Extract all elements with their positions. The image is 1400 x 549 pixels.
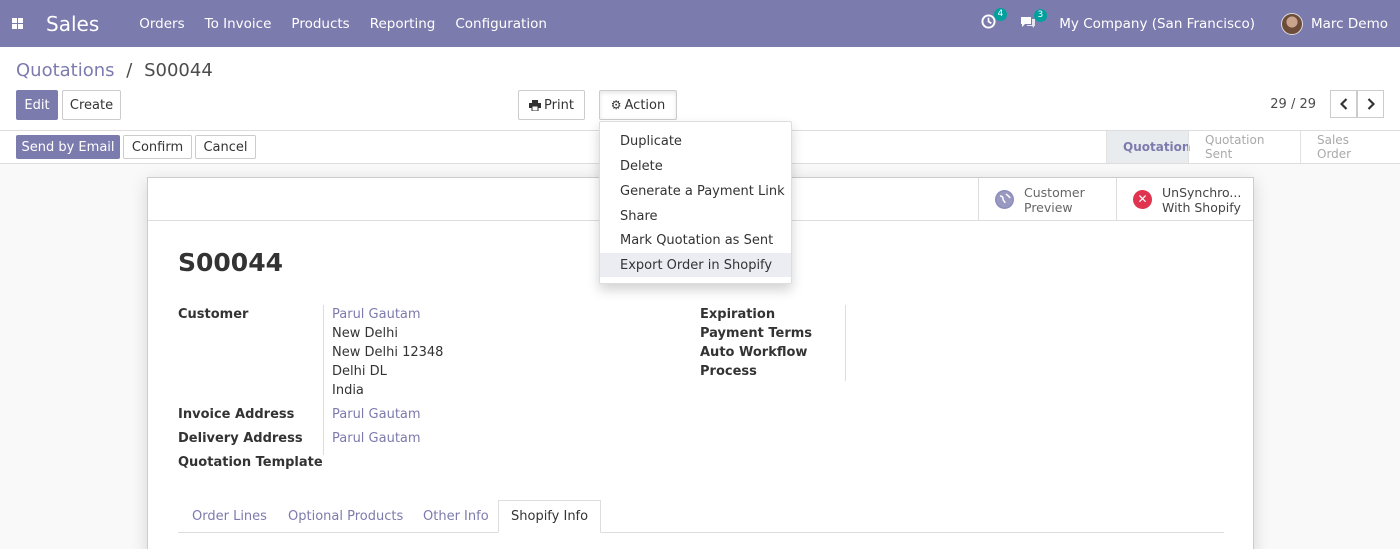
shopify-sync-line1: UnSynchro... (1162, 184, 1242, 200)
tab-shopify-info[interactable]: Shopify Info (498, 500, 602, 533)
activity-count-badge: 4 (993, 8, 1008, 21)
menu-reporting[interactable]: Reporting (370, 16, 436, 32)
quotation-template-label: Quotation Template (178, 455, 323, 470)
messages-icon[interactable]: 3 (1019, 8, 1048, 33)
stage-quotation[interactable]: Quotation (1106, 131, 1190, 163)
stage-indicator: Quotation Quotation Sent Sales Order (1106, 131, 1400, 163)
customer-link[interactable]: Parul Gautam (332, 307, 421, 322)
field-divider (845, 305, 846, 381)
control-panel: Quotations / S00044 Edit Create Print ⚙ … (0, 47, 1400, 131)
customer-address-line: New Delhi (332, 326, 398, 341)
delivery-address-label: Delivery Address (178, 431, 303, 446)
customer-address-line: India (332, 383, 364, 398)
shopify-sync-button[interactable]: ✕ UnSynchro... With Shopify (1116, 178, 1254, 221)
action-button[interactable]: ⚙ Action (599, 90, 677, 120)
top-navbar: Sales Orders To Invoice Products Reporti… (0, 0, 1400, 47)
create-button[interactable]: Create (62, 90, 121, 120)
action-label: Action (624, 97, 666, 113)
chevron-left-icon (1339, 98, 1347, 110)
stage-sales-order[interactable]: Sales Order (1300, 131, 1400, 163)
customer-preview-line1: Customer (1024, 184, 1085, 200)
messages-count-badge: 3 (1033, 8, 1048, 22)
menu-item-export-shopify[interactable]: Export Order in Shopify (600, 253, 791, 277)
expiration-label: Expiration (700, 307, 776, 322)
globe-icon (995, 190, 1014, 209)
notebook-tabs: Order Lines Optional Products Other Info… (178, 500, 1224, 533)
customer-preview-button[interactable]: Customer Preview (978, 178, 1116, 221)
payment-terms-label: Payment Terms (700, 326, 813, 341)
breadcrumb-current: S00044 (144, 60, 213, 81)
menu-item-generate-payment-link[interactable]: Generate a Payment Link (600, 179, 791, 203)
print-icon (529, 99, 542, 111)
print-label: Print (544, 97, 574, 113)
process-label: Process (700, 364, 757, 379)
avatar[interactable] (1281, 12, 1303, 35)
menu-item-delete[interactable]: Delete (600, 154, 791, 178)
tab-other-info[interactable]: Other Info (411, 500, 501, 533)
breadcrumb-separator: / (126, 60, 133, 81)
edit-button[interactable]: Edit (16, 90, 58, 120)
breadcrumb: Quotations / S00044 (16, 60, 213, 81)
print-button[interactable]: Print (518, 90, 585, 120)
tab-optional-products[interactable]: Optional Products (276, 500, 415, 533)
customer-address-line: New Delhi 12348 (332, 345, 444, 360)
customer-preview-line2: Preview (1024, 199, 1073, 215)
cancel-button[interactable]: Cancel (195, 135, 256, 159)
field-divider (323, 305, 324, 455)
breadcrumb-quotations[interactable]: Quotations (16, 60, 115, 81)
menu-products[interactable]: Products (291, 16, 349, 32)
confirm-button[interactable]: Confirm (123, 135, 192, 159)
shopify-sync-line2: With Shopify (1162, 199, 1241, 215)
stage-quotation-sent[interactable]: Quotation Sent (1188, 131, 1300, 163)
menu-item-mark-as-sent[interactable]: Mark Quotation as Sent (600, 228, 791, 252)
menu-to-invoice[interactable]: To Invoice (205, 16, 272, 32)
activity-clock-icon[interactable]: 4 (979, 8, 1008, 33)
chevron-right-icon (1367, 98, 1375, 110)
pager-next-button[interactable] (1357, 90, 1384, 118)
action-dropdown-menu: Duplicate Delete Generate a Payment Link… (599, 121, 792, 284)
invoice-address-label: Invoice Address (178, 407, 295, 422)
delivery-address-link[interactable]: Parul Gautam (332, 431, 421, 446)
close-circle-icon: ✕ (1133, 190, 1152, 209)
menu-configuration[interactable]: Configuration (455, 16, 547, 32)
send-by-email-button[interactable]: Send by Email (16, 135, 120, 159)
customer-label: Customer (178, 307, 249, 322)
auto-workflow-label: Auto Workflow (700, 345, 808, 360)
app-title[interactable]: Sales (46, 12, 99, 36)
invoice-address-link[interactable]: Parul Gautam (332, 407, 421, 422)
user-menu[interactable]: Marc Demo (1311, 16, 1388, 32)
apps-menu-icon[interactable] (2, 0, 32, 47)
menu-item-share[interactable]: Share (600, 204, 791, 228)
company-switcher[interactable]: My Company (San Francisco) (1059, 16, 1255, 32)
record-title: S00044 (178, 248, 283, 277)
pager-value: 29 / 29 (1270, 97, 1316, 112)
menu-orders[interactable]: Orders (139, 16, 184, 32)
customer-address-line: Delhi DL (332, 364, 387, 379)
pager-previous-button[interactable] (1330, 90, 1357, 118)
menu-item-duplicate[interactable]: Duplicate (600, 129, 791, 153)
gear-icon: ⚙ (610, 98, 622, 112)
tab-order-lines[interactable]: Order Lines (180, 500, 279, 533)
